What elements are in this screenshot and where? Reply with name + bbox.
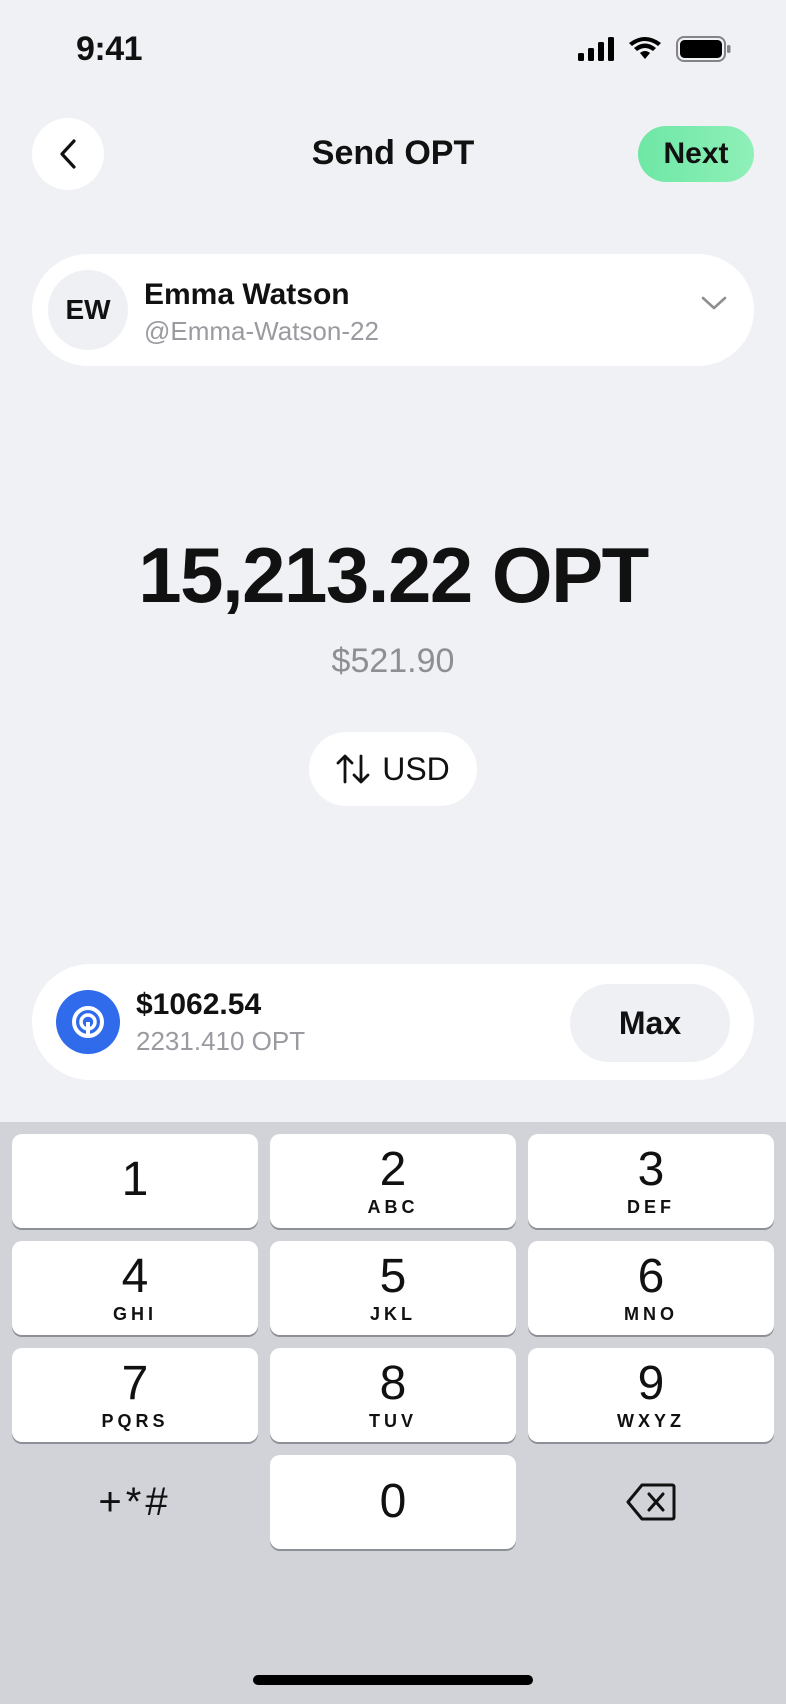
symbols-label: +*# xyxy=(98,1479,172,1524)
key-digit: 4 xyxy=(121,1249,149,1303)
balance-card: $1062.54 2231.410 OPT Max xyxy=(32,964,754,1080)
key-letters: MNO xyxy=(624,1303,678,1324)
key-delete[interactable] xyxy=(528,1455,774,1549)
recipient-selector[interactable]: EW Emma Watson @Emma-Watson-22 xyxy=(32,254,754,366)
key-letters: JKL xyxy=(369,1303,416,1324)
key-6[interactable]: 6 MNO xyxy=(528,1241,774,1335)
key-digit: 6 xyxy=(637,1249,665,1303)
key-letters: WXYZ xyxy=(617,1410,685,1431)
key-digit: 5 xyxy=(379,1249,407,1303)
swap-arrows-icon xyxy=(336,754,370,784)
key-digit: 7 xyxy=(121,1356,149,1410)
max-button[interactable]: Max xyxy=(570,984,730,1062)
currency-toggle-label: USD xyxy=(382,750,450,787)
wifi-icon xyxy=(629,37,661,59)
currency-toggle-button[interactable]: USD xyxy=(309,732,477,806)
key-letters: TUV xyxy=(369,1410,417,1431)
key-9[interactable]: 9 WXYZ xyxy=(528,1348,774,1442)
key-4[interactable]: 4 GHI xyxy=(12,1241,258,1335)
avatar: EW xyxy=(48,270,128,350)
header: Send OPT Next xyxy=(0,118,786,202)
status-time: 9:41 xyxy=(76,30,143,68)
key-letters: GHI xyxy=(112,1303,157,1324)
key-3[interactable]: 3 DEF xyxy=(528,1134,774,1228)
key-0[interactable]: 0 xyxy=(270,1455,516,1549)
key-letters: ABC xyxy=(367,1196,419,1217)
numeric-keypad: 1 2 ABC 3 DEF 4 GHI 5 JKL 6 MNO 7 PQRS 8… xyxy=(0,1122,786,1704)
key-8[interactable]: 8 TUV xyxy=(270,1348,516,1442)
status-icons xyxy=(578,36,732,62)
key-digit: 8 xyxy=(379,1356,407,1410)
key-5[interactable]: 5 JKL xyxy=(270,1241,516,1335)
key-digit: 2 xyxy=(379,1142,407,1196)
key-letters: PQRS xyxy=(101,1410,169,1431)
token-logo-icon xyxy=(56,990,120,1054)
key-1[interactable]: 1 xyxy=(12,1134,258,1228)
recipient-name: Emma Watson xyxy=(144,278,350,311)
backspace-icon xyxy=(626,1483,676,1521)
battery-icon xyxy=(676,36,731,62)
balance-token: 2231.410 OPT xyxy=(136,1026,306,1056)
key-symbols[interactable]: +*# xyxy=(12,1455,258,1549)
key-7[interactable]: 7 PQRS xyxy=(12,1348,258,1442)
amount-fiat-value: $521.90 xyxy=(331,642,455,680)
chevron-down-icon xyxy=(701,296,727,310)
status-bar: 9:41 xyxy=(0,0,786,100)
balance-fiat: $1062.54 xyxy=(136,988,262,1021)
cellular-signal-icon xyxy=(578,37,614,61)
key-digit: 9 xyxy=(637,1356,665,1410)
amount-value: 15,213.22 OPT xyxy=(138,531,649,619)
home-indicator xyxy=(253,1675,533,1685)
key-digit: 0 xyxy=(379,1475,407,1528)
key-digit: 3 xyxy=(637,1142,665,1196)
next-button[interactable]: Next xyxy=(638,126,754,182)
key-digit: 1 xyxy=(121,1153,149,1206)
key-letters: DEF xyxy=(627,1196,675,1217)
key-2[interactable]: 2 ABC xyxy=(270,1134,516,1228)
recipient-handle: @Emma-Watson-22 xyxy=(144,316,379,346)
